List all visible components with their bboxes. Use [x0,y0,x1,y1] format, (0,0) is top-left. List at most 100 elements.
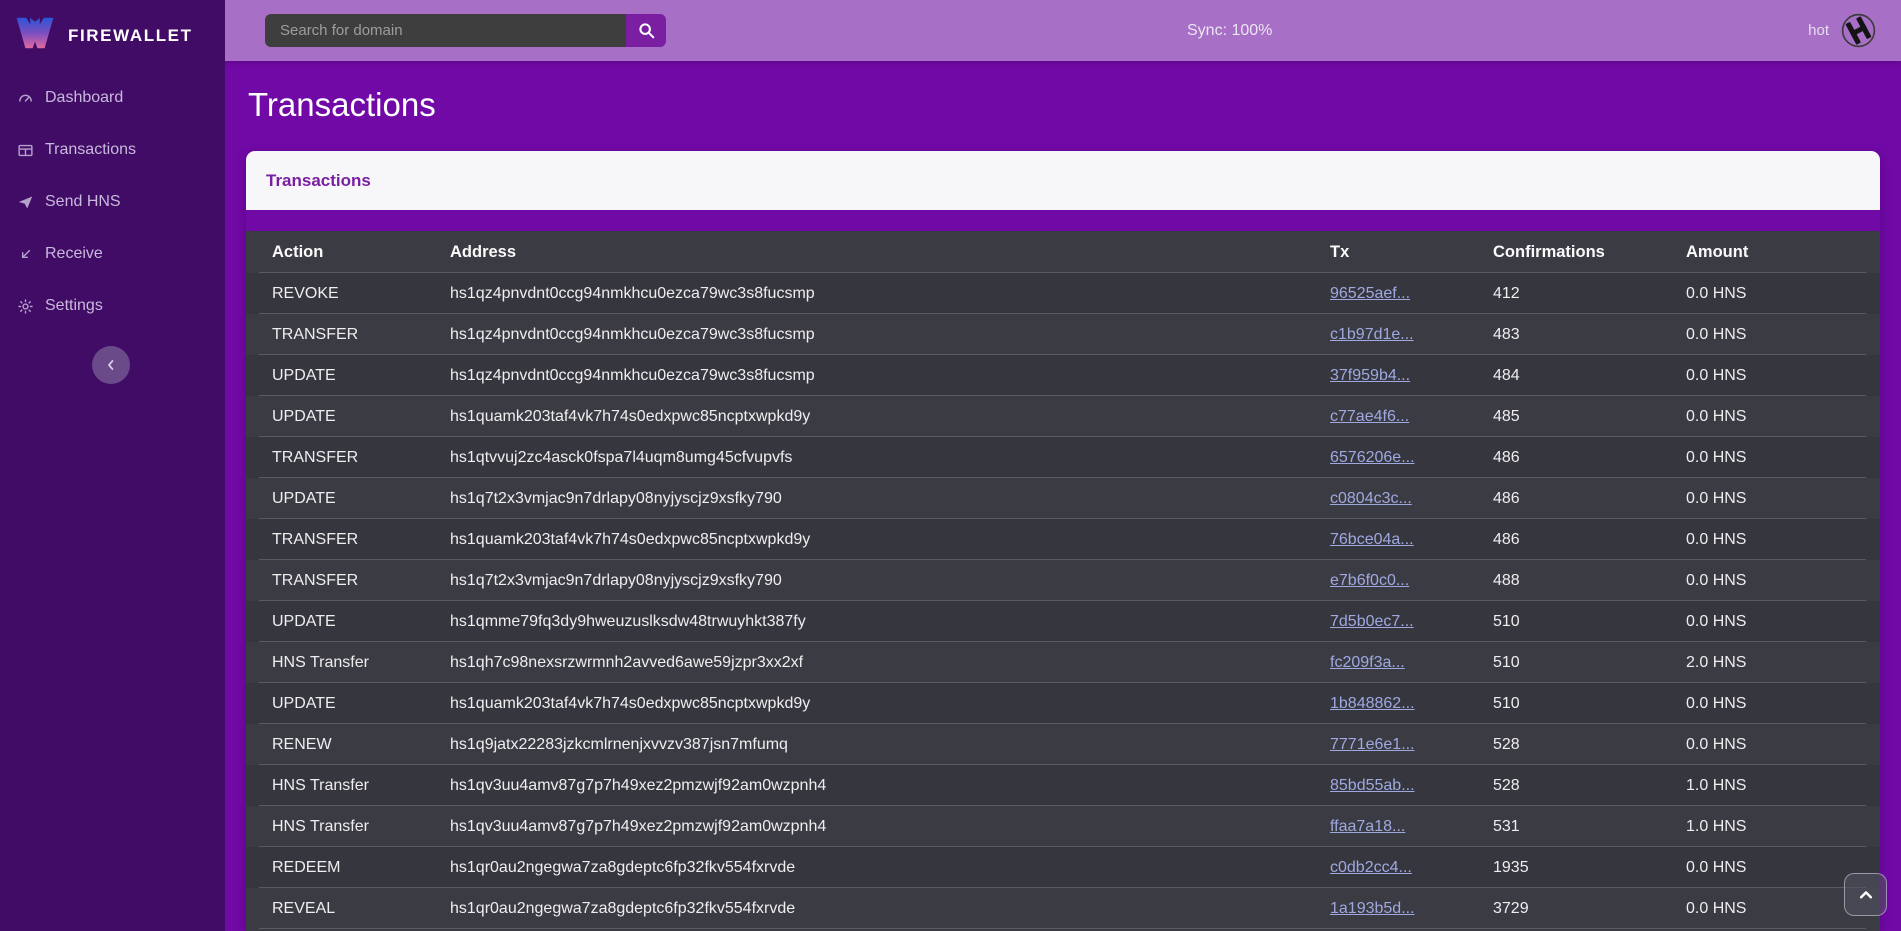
search-button[interactable] [626,14,666,47]
sidebar-item-dashboard[interactable]: Dashboard [17,83,225,113]
cell-confirmations: 3729 [1493,900,1686,918]
cell-action: UPDATE [272,490,450,508]
sidebar-item-settings[interactable]: Settings [17,291,225,321]
column-header-address: Address [450,243,1330,262]
chevron-left-icon [104,358,118,372]
cell-address: hs1q7t2x3vmjac9n7drlapy08nyjyscjz9xsfky7… [450,490,1330,508]
cell-action: UPDATE [272,367,450,385]
cell-action: REVEAL [272,900,450,918]
table-row: UPDATE hs1quamk203taf4vk7h74s0edxpwc85nc… [246,396,1880,437]
tx-link[interactable]: 7771e6e1... [1330,736,1415,753]
sidebar-item-send-hns[interactable]: Send HNS [17,187,225,217]
tx-link[interactable]: c0804c3c... [1330,490,1412,507]
cell-confirmations: 528 [1493,777,1686,795]
table-row: UPDATE hs1quamk203taf4vk7h74s0edxpwc85nc… [246,683,1880,724]
tx-link[interactable]: 37f959b4... [1330,367,1410,384]
handshake-logo-icon [1840,12,1877,49]
sidebar-item-label: Transactions [45,141,136,159]
table-row: TRANSFER hs1qtvvuj2zc4asck0fspa7l4uqm8um… [246,437,1880,478]
cell-confirmations: 486 [1493,490,1686,508]
table-row: REVEAL hs1qr0au2ngegwa7za8gdeptc6fp32fkv… [246,888,1880,929]
tx-link[interactable]: e7b6f0c0... [1330,572,1409,589]
cell-address: hs1qz4pnvdnt0ccg94nmkhcu0ezca79wc3s8fucs… [450,285,1330,303]
table-row: TRANSFER hs1q7t2x3vmjac9n7drlapy08nyjysc… [246,560,1880,601]
sidebar-collapse-button[interactable] [92,346,130,384]
main-content: Transactions Transactions Action Address… [225,0,1901,931]
cell-confirmations: 484 [1493,367,1686,385]
column-header-tx: Tx [1330,243,1493,262]
tx-link[interactable]: 6576206e... [1330,449,1415,466]
cell-amount: 2.0 HNS [1686,654,1880,672]
scroll-to-top-button[interactable] [1844,873,1887,916]
brand[interactable]: FIREWALLET [0,0,225,58]
tx-link[interactable]: c77ae4f6... [1330,408,1409,425]
tx-link[interactable]: 7d5b0ec7... [1330,613,1414,630]
column-header-action: Action [272,243,450,262]
table-row: UPDATE hs1qz4pnvdnt0ccg94nmkhcu0ezca79wc… [246,355,1880,396]
sidebar-item-label: Receive [45,245,103,263]
topbar: Sync: 100% hot [225,0,1901,61]
firewallet-logo-icon [15,16,55,55]
table-row: UPDATE hs1qmme79fq3dy9hweuzuslksdw48trwu… [246,601,1880,642]
cell-confirmations: 486 [1493,531,1686,549]
page-title: Transactions [225,61,1901,125]
cell-action: HNS Transfer [272,818,450,836]
transactions-table-body: REVOKE hs1qz4pnvdnt0ccg94nmkhcu0ezca79wc… [246,273,1880,929]
cell-address: hs1qr0au2ngegwa7za8gdeptc6fp32fkv554fxrv… [450,859,1330,877]
tx-link[interactable]: 1a193b5d... [1330,900,1415,917]
cell-address: hs1qr0au2ngegwa7za8gdeptc6fp32fkv554fxrv… [450,900,1330,918]
cell-address: hs1qz4pnvdnt0ccg94nmkhcu0ezca79wc3s8fucs… [450,326,1330,344]
cell-action: UPDATE [272,695,450,713]
cell-confirmations: 483 [1493,326,1686,344]
cell-confirmations: 528 [1493,736,1686,754]
cell-action: RENEW [272,736,450,754]
cell-action: REVOKE [272,285,450,303]
cell-amount: 0.0 HNS [1686,572,1880,590]
gear-icon [17,298,34,315]
tx-link[interactable]: 96525aef... [1330,285,1410,302]
cell-action: TRANSFER [272,531,450,549]
cell-address: hs1qtvvuj2zc4asck0fspa7l4uqm8umg45cfvupv… [450,449,1330,467]
cell-confirmations: 412 [1493,285,1686,303]
sidebar-item-label: Dashboard [45,89,123,107]
cell-action: UPDATE [272,408,450,426]
cell-address: hs1qmme79fq3dy9hweuzuslksdw48trwuyhkt387… [450,613,1330,631]
tx-link[interactable]: c1b97d1e... [1330,326,1414,343]
sidebar-nav: Dashboard Transactions Send HNS Receive … [0,58,225,321]
cell-action: HNS Transfer [272,654,450,672]
table-icon [17,142,34,159]
cell-action: TRANSFER [272,572,450,590]
cell-address: hs1qh7c98nexsrzwrmnh2avved6awe59jzpr3xx2… [450,654,1330,672]
search-icon [637,21,656,40]
cell-address: hs1q7t2x3vmjac9n7drlapy08nyjyscjz9xsfky7… [450,572,1330,590]
cell-address: hs1q9jatx22283jzkcmlrnenjxvvzv387jsn7mfu… [450,736,1330,754]
sidebar-item-label: Settings [45,297,103,315]
wallet-indicator: hot [1808,12,1877,49]
sidebar: FIREWALLET Dashboard Transactions Send H… [0,0,225,931]
tx-link[interactable]: c0db2cc4... [1330,859,1412,876]
tx-link[interactable]: fc209f3a... [1330,654,1405,671]
cell-amount: 0.0 HNS [1686,736,1880,754]
cell-confirmations: 510 [1493,695,1686,713]
cell-confirmations: 485 [1493,408,1686,426]
cell-address: hs1qv3uu4amv87g7p7h49xez2pmzwjf92am0wzpn… [450,818,1330,836]
sidebar-item-receive[interactable]: Receive [17,239,225,269]
card-title: Transactions [266,171,371,191]
search-input[interactable] [265,14,626,47]
cell-confirmations: 486 [1493,449,1686,467]
table-header-row: Action Address Tx Confirmations Amount [246,231,1880,273]
tx-link[interactable]: 85bd55ab... [1330,777,1415,794]
tx-link[interactable]: 1b848862... [1330,695,1415,712]
transactions-card: Transactions Action Address Tx Confirmat… [246,151,1880,931]
cell-confirmations: 510 [1493,654,1686,672]
sidebar-item-transactions[interactable]: Transactions [17,135,225,165]
table-row: HNS Transfer hs1qv3uu4amv87g7p7h49xez2pm… [246,806,1880,847]
cell-action: TRANSFER [272,449,450,467]
cell-action: UPDATE [272,613,450,631]
hns-logo-button[interactable] [1840,12,1877,49]
tx-link[interactable]: 76bce04a... [1330,531,1414,548]
tx-link[interactable]: ffaa7a18... [1330,818,1405,835]
cell-amount: 0.0 HNS [1686,326,1880,344]
cell-address: hs1quamk203taf4vk7h74s0edxpwc85ncptxwpkd… [450,408,1330,426]
domain-search [265,14,666,47]
